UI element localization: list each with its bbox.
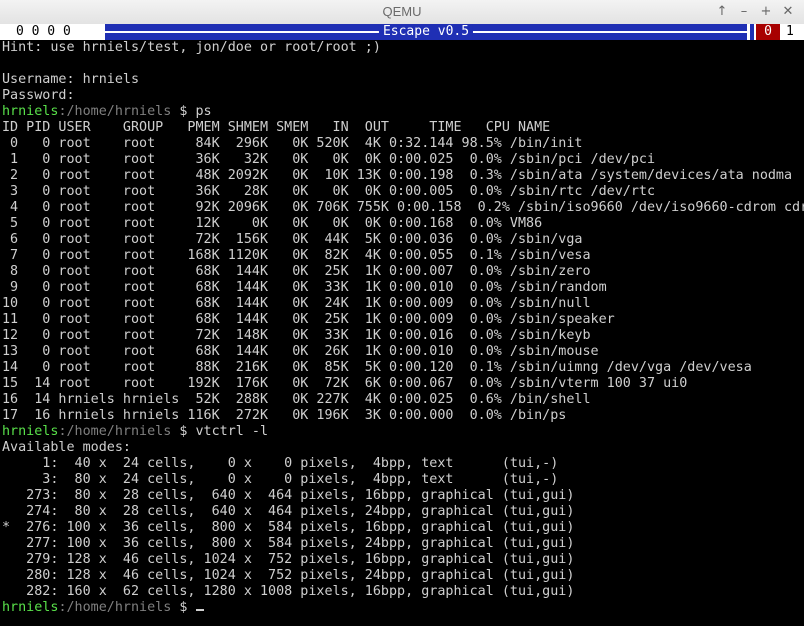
- process-row: 6 0 root root 72K 156K 0K 44K 5K 0:00.03…: [2, 232, 583, 247]
- minimize-button[interactable]: –: [736, 4, 752, 20]
- command-text: vtctrl -l: [195, 424, 269, 439]
- mode-row: 273: 80 x 28 cells, 640 x 464 pixels, 16…: [2, 488, 575, 503]
- process-row: 7 0 root root 168K 1120K 0K 82K 4K 0:00.…: [2, 248, 591, 263]
- prompt-line: hrniels:/home/hrniels $ ps: [2, 104, 804, 120]
- title-bar: QEMU ↑ – + ✕: [0, 0, 804, 25]
- status-counters: 0 0 0 0: [16, 24, 71, 40]
- mode-row: 279: 128 x 46 cells, 1024 x 752 pixels, …: [2, 552, 575, 567]
- mode-row: 277: 100 x 36 cells, 800 x 584 pixels, 2…: [2, 536, 575, 551]
- process-row: 3 0 root root 36K 28K 0K 0K 0K 0:00.005 …: [2, 184, 656, 199]
- mode-row: 3: 80 x 24 cells, 0 x 0 pixels, 4bpp, te…: [2, 472, 559, 487]
- shade-button[interactable]: ↑: [714, 4, 730, 20]
- close-button[interactable]: ✕: [780, 4, 796, 20]
- status-badge: 0: [756, 24, 780, 40]
- prompt-user: hrniels: [2, 424, 59, 439]
- process-row: 12 0 root root 72K 148K 0K 33K 1K 0:00.0…: [2, 328, 591, 343]
- mode-row: 1: 40 x 24 cells, 0 x 0 pixels, 4bpp, te…: [2, 456, 559, 471]
- prompt-user: hrniels: [2, 104, 59, 119]
- process-row: 8 0 root root 68K 144K 0K 25K 1K 0:00.00…: [2, 264, 591, 279]
- guest-status-bar: 0 0 0 0 Escape v0.5 0 1: [0, 24, 804, 40]
- prompt-user: hrniels: [2, 600, 59, 615]
- terminal-output: Hint: use hrniels/test, jon/doe or root/…: [2, 40, 804, 616]
- mode-row-selected: * 276: 100 x 36 cells, 800 x 584 pixels,…: [2, 520, 575, 535]
- process-row: 17 16 hrniels hrniels 116K 272K 0K 196K …: [2, 408, 567, 423]
- process-row: 15 14 root root 192K 176K 0K 72K 6K 0:00…: [2, 376, 688, 391]
- process-row: 13 0 root root 68K 144K 0K 26K 1K 0:00.0…: [2, 344, 599, 359]
- login-hint: Hint: use hrniels/test, jon/doe or root/…: [2, 40, 381, 55]
- window-title: QEMU: [382, 4, 422, 19]
- ps-header: ID PID USER GROUP PMEM SHMEM SMEM IN OUT…: [2, 120, 551, 135]
- prompt-symbol: $: [171, 104, 196, 119]
- process-row: 11 0 root root 68K 144K 0K 25K 1K 0:00.0…: [2, 312, 615, 327]
- qemu-window: QEMU ↑ – + ✕ 0 0 0 0 Escape v0.5 0 1 Hin…: [0, 0, 804, 626]
- prompt-path: :/home/hrniels: [58, 600, 172, 615]
- prompt-line-active[interactable]: hrniels:/home/hrniels $: [2, 600, 804, 616]
- guest-screen[interactable]: 0 0 0 0 Escape v0.5 0 1 Hint: use hrniel…: [0, 24, 804, 626]
- process-row: 10 0 root root 68K 144K 0K 24K 1K 0:00.0…: [2, 296, 591, 311]
- prompt-path: :/home/hrniels: [58, 424, 172, 439]
- process-row: 5 0 root root 12K 0K 0K 0K 0K 0:00.168 0…: [2, 216, 543, 231]
- prompt-symbol: $: [171, 424, 196, 439]
- username-line: Username: hrniels: [2, 72, 140, 87]
- process-row: 0 0 root root 84K 296K 0K 520K 4K 0:32.1…: [2, 136, 583, 151]
- status-title-bar: Escape v0.5: [102, 24, 750, 40]
- process-row: 2 0 root root 48K 2092K 0K 10K 13K 0:00.…: [2, 168, 793, 183]
- prompt-line: hrniels:/home/hrniels $ vtctrl -l: [2, 424, 804, 440]
- process-row: 14 0 root root 88K 216K 0K 85K 5K 0:00.1…: [2, 360, 752, 375]
- os-version-label: Escape v0.5: [378, 24, 474, 40]
- process-row: 9 0 root root 68K 144K 0K 33K 1K 0:00.01…: [2, 280, 607, 295]
- prompt-symbol: $: [171, 600, 196, 615]
- process-row: 1 0 root root 36K 32K 0K 0K 0K 0:00.025 …: [2, 152, 656, 167]
- maximize-button[interactable]: +: [758, 4, 774, 20]
- command-text: ps: [195, 104, 212, 119]
- prompt-path: :/home/hrniels: [58, 104, 172, 119]
- mode-row: 282: 160 x 62 cells, 1280 x 1008 pixels,…: [2, 584, 575, 599]
- status-right-value: 1: [786, 24, 794, 39]
- mode-row: 274: 80 x 28 cells, 640 x 464 pixels, 24…: [2, 504, 575, 519]
- password-line: Password:: [2, 88, 75, 103]
- process-row: 4 0 root root 92K 2096K 0K 706K 755K 0:0…: [2, 200, 804, 215]
- status-indicator: [750, 24, 754, 40]
- modes-header: Available modes:: [2, 440, 131, 455]
- text-cursor: [195, 609, 204, 611]
- process-row: 16 14 hrniels hrniels 52K 288K 0K 227K 4…: [2, 392, 591, 407]
- mode-row: 280: 128 x 46 cells, 1024 x 752 pixels, …: [2, 568, 575, 583]
